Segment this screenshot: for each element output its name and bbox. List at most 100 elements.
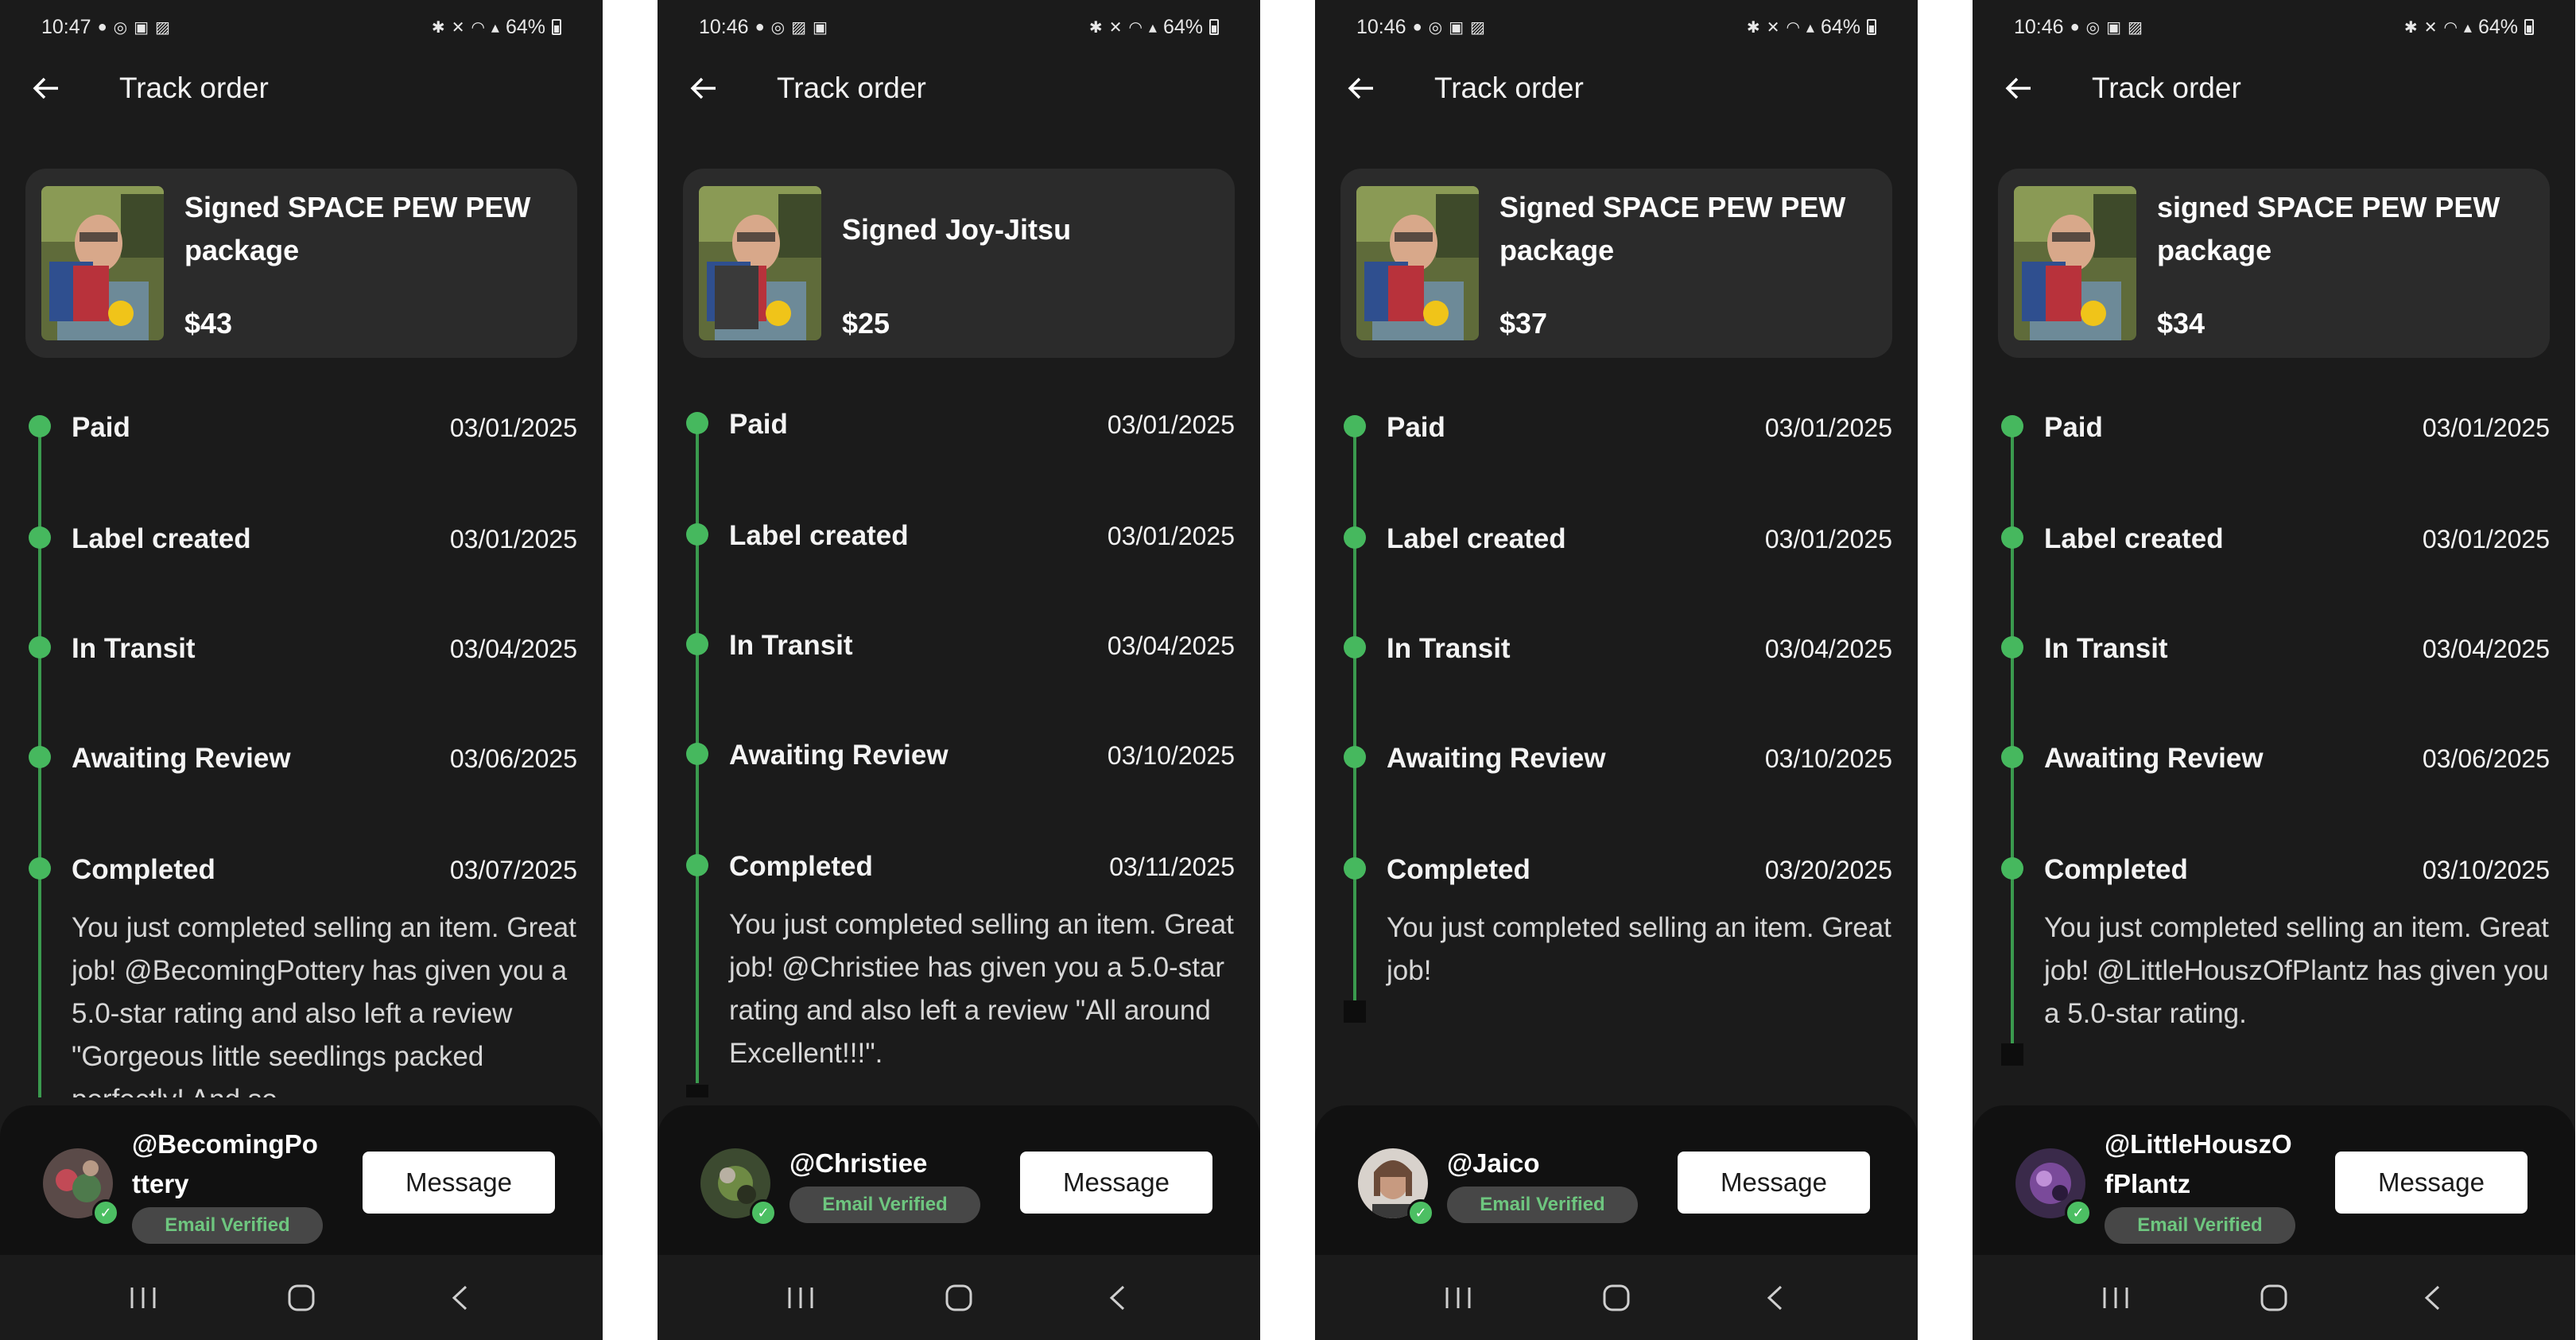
order-timeline: Paid 03/01/2025 Label created 03/01/2025… [29,398,577,1097]
page-title: Track order [2092,72,2241,104]
image-icon: ▨ [791,18,807,37]
step-label: Awaiting Review [72,743,291,774]
back-nav-icon[interactable] [1093,1278,1141,1318]
phone-screen-2: 10:46 ● ◎ ▨ ▣ ✱ ✕ ◠ ▴ 64% Track order Si… [658,0,1260,1340]
recents-icon[interactable] [777,1278,824,1318]
signal-icon: ▴ [1148,18,1157,37]
back-nav-icon[interactable] [436,1278,483,1318]
message-button[interactable]: Message [363,1152,555,1214]
buyer-username[interactable]: @BecomingPo ttery [132,1124,339,1204]
timeline-step-awaiting-review: Awaiting Review 03/10/2025 [1344,743,1892,778]
timeline-end-marker [686,1085,708,1097]
status-time: 10:46 [699,15,749,38]
product-price: $25 [842,307,890,340]
home-icon[interactable] [1593,1278,1640,1318]
step-dot [29,746,51,768]
product-card[interactable]: signed SPACE PEW PEW package $34 [1998,169,2550,358]
step-date: 03/01/2025 [1107,410,1235,439]
timeline-step-label-created: Label created 03/01/2025 [686,520,1235,555]
step-label: Completed [72,854,215,885]
step-label: Completed [729,851,873,882]
timeline-step-awaiting-review: Awaiting Review 03/06/2025 [2001,743,2550,778]
system-nav-bar [0,1255,603,1340]
wifi-icon: ◠ [2443,18,2458,37]
step-dot [2001,746,2023,768]
app-bar: Track order [1345,62,1584,115]
product-card[interactable]: Signed SPACE PEW PEW package $43 [25,169,577,358]
timeline-line [1353,423,1356,1012]
step-dot [1344,636,1366,658]
step-dot [2001,526,2023,549]
image-icon: ▨ [155,18,170,37]
product-price: $37 [1499,307,1548,340]
timeline-step-in-transit: In Transit 03/04/2025 [1344,633,1892,668]
wifi-icon: ◠ [471,18,485,37]
mute-icon: ✕ [2423,18,2438,37]
home-icon[interactable] [2250,1278,2298,1318]
step-dot [1344,526,1366,549]
home-icon[interactable] [277,1278,325,1318]
step-label: In Transit [1387,633,1511,664]
message-button[interactable]: Message [1678,1152,1870,1214]
completion-message: You just completed selling an item. Grea… [72,912,576,1097]
timeline-step-paid: Paid 03/01/2025 [2001,412,2550,447]
back-arrow-icon[interactable] [688,72,720,104]
timeline-step-completed: Completed 03/07/2025 [29,854,577,889]
step-date: 03/04/2025 [449,635,577,663]
message-button[interactable]: Message [2335,1152,2528,1214]
mute-icon: ✕ [1108,18,1123,37]
step-label: Awaiting Review [2044,743,2264,774]
recents-icon[interactable] [119,1278,167,1318]
timeline-step-label-created: Label created 03/01/2025 [29,523,577,558]
verified-check-icon: ✓ [750,1199,777,1226]
buyer-username[interactable]: @Christiee [789,1144,996,1183]
step-label: Label created [729,520,909,551]
mute-icon: ✕ [451,18,465,37]
step-dot [1344,746,1366,768]
status-bar: 10:46 ● ◎ ▨ ▣ ✱ ✕ ◠ ▴ 64% [699,11,1219,43]
message-button[interactable]: Message [1020,1152,1212,1214]
battery-icon [552,19,561,35]
wifi-icon: ◠ [1786,18,1800,37]
recents-icon[interactable] [2092,1278,2140,1318]
step-label: Paid [1387,412,1445,443]
timeline-end-marker [1344,1000,1366,1023]
back-arrow-icon[interactable] [1345,72,1377,104]
step-label: Completed [1387,854,1530,885]
back-arrow-icon[interactable] [2003,72,2035,104]
verified-check-icon: ✓ [92,1199,119,1226]
home-icon[interactable] [935,1278,983,1318]
step-date: 03/01/2025 [1764,414,1892,442]
back-nav-icon[interactable] [2408,1278,2456,1318]
order-timeline: Paid 03/01/2025 Label created 03/01/2025… [1344,398,1892,1097]
email-verified-badge: Email Verified [2105,1207,2295,1244]
buyer-username[interactable]: @LittleHouszO fPlantz [2105,1124,2311,1204]
signal-icon: ▴ [1806,18,1814,37]
step-label: Awaiting Review [729,740,949,771]
product-thumbnail [41,186,164,340]
step-label: Awaiting Review [1387,743,1606,774]
app-icon: ▣ [1449,18,1465,37]
buyer-username[interactable]: @Jaico [1447,1144,1654,1183]
back-nav-icon[interactable] [1751,1278,1798,1318]
product-card[interactable]: Signed Joy-Jitsu $25 [683,169,1235,358]
step-date: 03/10/2025 [2422,856,2550,884]
system-nav-bar [658,1255,1260,1340]
step-label: Paid [72,412,130,443]
product-thumbnail [2014,186,2136,340]
product-card[interactable]: Signed SPACE PEW PEW package $37 [1340,169,1892,358]
timeline-step-completed: Completed 03/20/2025 [1344,854,1892,889]
recents-icon[interactable] [1434,1278,1482,1318]
timeline-step-in-transit: In Transit 03/04/2025 [29,633,577,668]
step-date: 03/06/2025 [2422,744,2550,773]
battery-level: 64% [1820,15,1860,38]
back-arrow-icon[interactable] [30,72,62,104]
app-bar: Track order [30,62,269,115]
battery-icon [1867,19,1876,35]
timeline-step-awaiting-review: Awaiting Review 03/10/2025 [686,740,1235,775]
step-date: 03/20/2025 [1764,856,1892,884]
bluetooth-icon: ✱ [2403,18,2418,37]
buyer-bar: ✓ @BecomingPo ttery Email Verified Messa… [0,1105,603,1255]
buyer-bar: ✓ @LittleHouszO fPlantz Email Verified M… [1973,1105,2575,1255]
step-date: 03/10/2025 [1764,744,1892,773]
